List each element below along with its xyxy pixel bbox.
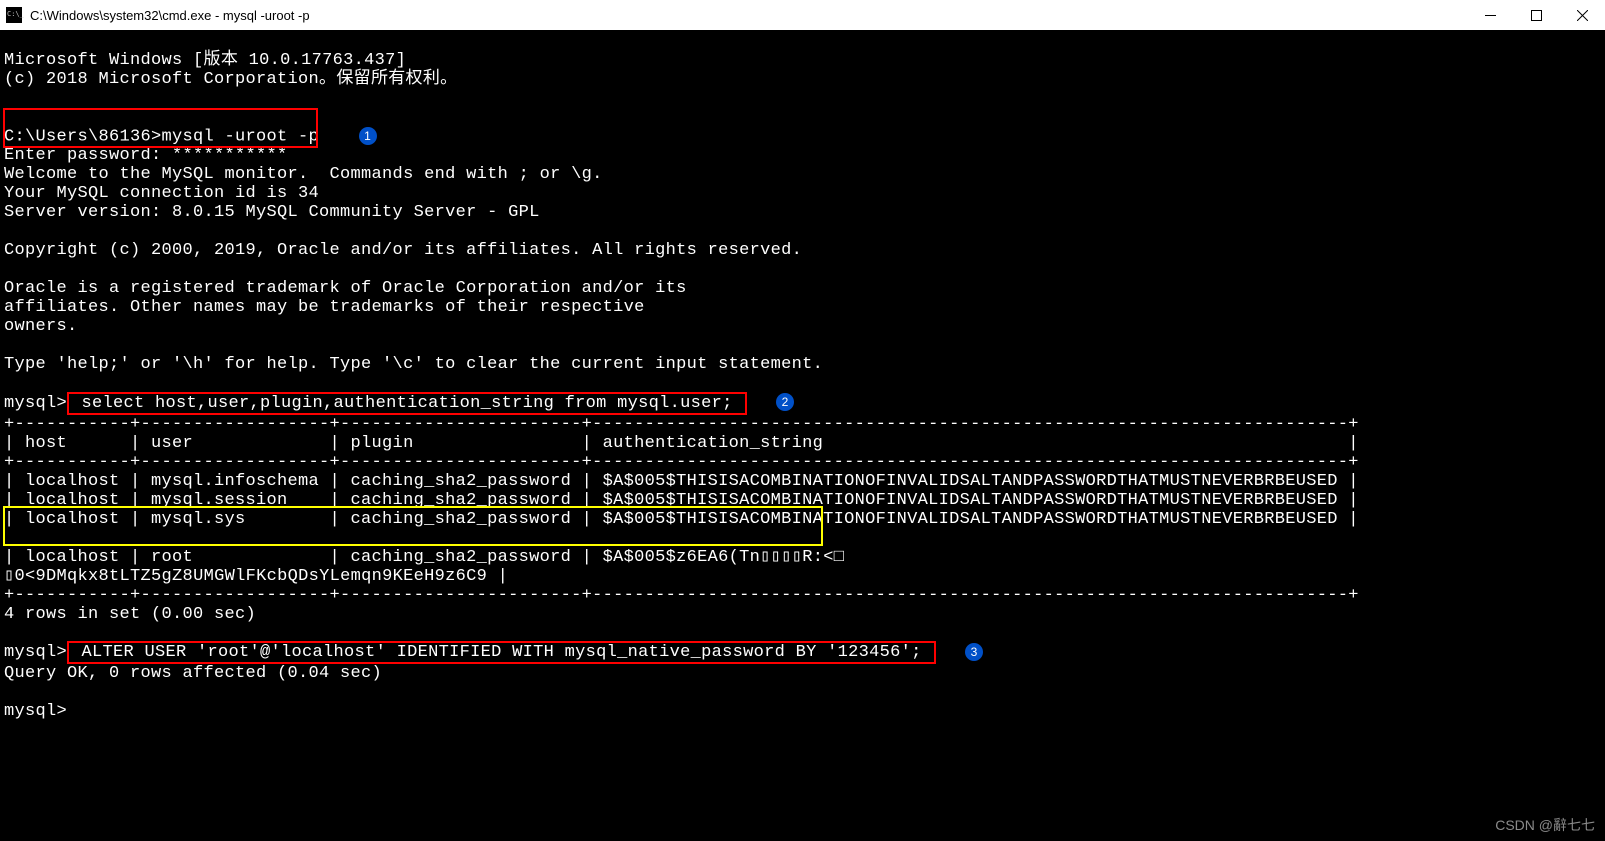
cmd-icon: [6, 7, 22, 23]
annotation-number-2: 2: [776, 393, 794, 411]
table-border-top: +-----------+------------------+--------…: [4, 415, 1359, 434]
minimize-icon: [1485, 10, 1496, 21]
table-border-mid: +-----------+------------------+--------…: [4, 453, 1359, 472]
maximize-icon: [1531, 10, 1542, 21]
line-welcome2: Your MySQL connection id is 34: [4, 184, 319, 203]
close-icon: [1577, 10, 1588, 21]
window-titlebar: C:\Windows\system32\cmd.exe - mysql -uro…: [0, 0, 1605, 30]
line-trademark2: affiliates. Other names may be trademark…: [4, 298, 645, 317]
table-header: | host | user | plugin | authentication_…: [4, 434, 1359, 453]
line-welcome3: Server version: 8.0.15 MySQL Community S…: [4, 203, 540, 222]
terminal-output[interactable]: Microsoft Windows [版本 10.0.17763.437] (c…: [0, 30, 1605, 723]
line-login-prompt: C:\Users\86136>mysql -uroot -p: [4, 127, 319, 146]
line-query1: mysql> select host,user,plugin,authentic…: [4, 394, 747, 413]
line-copyright-ms: (c) 2018 Microsoft Corporation。保留所有权利。: [4, 70, 457, 89]
window-title: C:\Windows\system32\cmd.exe - mysql -uro…: [30, 8, 1467, 23]
line-help: Type 'help;' or '\h' for help. Type '\c'…: [4, 355, 823, 374]
watermark: CSDN @辭七七: [1495, 815, 1595, 835]
table-row-4a: | localhost | root | caching_sha2_passwo…: [4, 548, 844, 567]
line-queryok: Query OK, 0 rows affected (0.04 sec): [4, 664, 382, 683]
maximize-button[interactable]: [1513, 0, 1559, 30]
line-trademark1: Oracle is a registered trademark of Orac…: [4, 279, 687, 298]
annotation-number-1: 1: [359, 127, 377, 145]
table-row-1: | localhost | mysql.infoschema | caching…: [4, 472, 1359, 491]
minimize-button[interactable]: [1467, 0, 1513, 30]
close-button[interactable]: [1559, 0, 1605, 30]
table-row-3: | localhost | mysql.sys | caching_sha2_p…: [4, 510, 1359, 529]
annotation-box-3: ALTER USER 'root'@'localhost' IDENTIFIED…: [67, 641, 936, 664]
annotation-box-2: select host,user,plugin,authentication_s…: [67, 392, 747, 415]
line-prompt-final: mysql>: [4, 702, 67, 721]
line-welcome1: Welcome to the MySQL monitor. Commands e…: [4, 165, 603, 184]
table-border-bottom: +-----------+------------------+--------…: [4, 586, 1359, 605]
line-rowcount: 4 rows in set (0.00 sec): [4, 605, 256, 624]
line-winver: Microsoft Windows [版本 10.0.17763.437]: [4, 51, 406, 70]
line-query2: mysql> ALTER USER 'root'@'localhost' IDE…: [4, 643, 936, 662]
line-copyright-oracle: Copyright (c) 2000, 2019, Oracle and/or …: [4, 241, 802, 260]
table-row-2: | localhost | mysql.session | caching_sh…: [4, 491, 1359, 510]
line-trademark3: owners.: [4, 317, 78, 336]
annotation-number-3: 3: [965, 643, 983, 661]
table-row-4b: ▯0<9DMqkx8tLTZ5gZ8UMGWlFKcbQDsYLemqn9KEe…: [4, 567, 508, 586]
line-password: Enter password: ***********: [4, 146, 288, 165]
